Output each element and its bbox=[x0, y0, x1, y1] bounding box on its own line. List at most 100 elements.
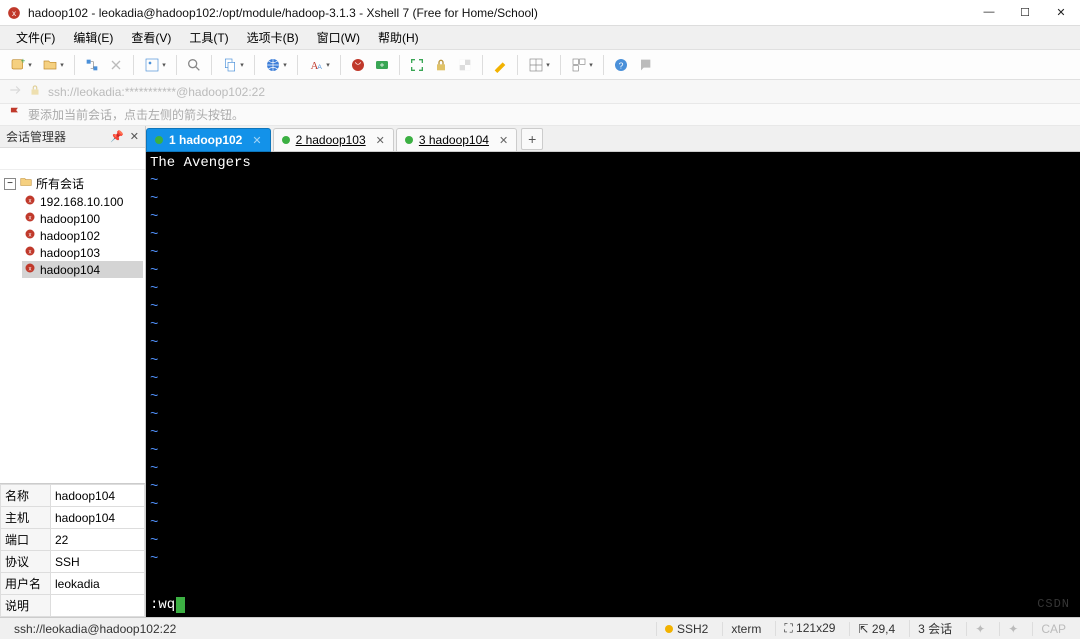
address-text[interactable]: ssh://leokadia:***********@hadoop102:22 bbox=[48, 85, 1072, 99]
highlight-icon[interactable] bbox=[489, 54, 511, 76]
info-bar: 要添加当前会话，点击左侧的箭头按钮。 bbox=[0, 104, 1080, 126]
svg-text:A: A bbox=[318, 64, 323, 71]
flag-icon bbox=[8, 106, 22, 123]
terminal-tilde-line: ~ bbox=[150, 298, 1076, 316]
svg-text:x: x bbox=[12, 8, 16, 17]
minimize-button[interactable]: — bbox=[976, 6, 1002, 19]
tab-add-button[interactable]: + bbox=[521, 128, 543, 150]
tree-toggle-icon[interactable]: − bbox=[4, 178, 16, 190]
lock-icon[interactable] bbox=[430, 54, 452, 76]
tab[interactable]: 3 hadoop104✕ bbox=[396, 128, 517, 152]
menu-window[interactable]: 窗口(W) bbox=[309, 26, 368, 49]
terminal-command-line[interactable]: :wq bbox=[150, 597, 185, 613]
maximize-button[interactable]: ☐ bbox=[1012, 6, 1038, 19]
menu-tools[interactable]: 工具(T) bbox=[181, 26, 236, 49]
tab-status-dot bbox=[405, 136, 413, 144]
menu-help[interactable]: 帮助(H) bbox=[370, 26, 427, 49]
session-icon: x bbox=[24, 262, 36, 277]
property-row: 用户名leokadia bbox=[1, 573, 145, 595]
session-icon: x bbox=[24, 194, 36, 209]
session-icon: x bbox=[24, 228, 36, 243]
session-item[interactable]: x hadoop100 bbox=[22, 210, 143, 227]
xagent-icon[interactable] bbox=[347, 54, 369, 76]
arrange-icon[interactable]: ▾ bbox=[567, 54, 597, 76]
folder-icon bbox=[19, 175, 33, 192]
properties-icon[interactable]: ▾ bbox=[140, 54, 170, 76]
tab-label: 1 hadoop102 bbox=[169, 133, 242, 147]
menu-bar: 文件(F) 编辑(E) 查看(V) 工具(T) 选项卡(B) 窗口(W) 帮助(… bbox=[0, 26, 1080, 50]
info-text: 要添加当前会话，点击左侧的箭头按钮。 bbox=[28, 106, 244, 123]
terminal-tilde-line: ~ bbox=[150, 208, 1076, 226]
layout-icon[interactable]: ▾ bbox=[524, 54, 554, 76]
terminal-tilde-line: ~ bbox=[150, 532, 1076, 550]
terminal-tilde-line: ~ bbox=[150, 370, 1076, 388]
menu-file[interactable]: 文件(F) bbox=[8, 26, 63, 49]
session-search-input[interactable] bbox=[4, 152, 159, 166]
menu-tab[interactable]: 选项卡(B) bbox=[239, 26, 307, 49]
window-controls: — ☐ ✕ bbox=[976, 6, 1074, 19]
status-sessions: 3 会话 bbox=[909, 620, 960, 637]
help-icon[interactable]: ? bbox=[610, 54, 632, 76]
disconnect-icon[interactable] bbox=[105, 54, 127, 76]
tab-close-icon[interactable]: ✕ bbox=[376, 134, 385, 147]
terminal-tilde-line: ~ bbox=[150, 262, 1076, 280]
find-icon[interactable] bbox=[183, 54, 205, 76]
connect-icon[interactable] bbox=[81, 54, 103, 76]
close-button[interactable]: ✕ bbox=[1048, 6, 1074, 19]
feedback-icon[interactable] bbox=[634, 54, 656, 76]
terminal-line: The Avengers bbox=[150, 154, 1076, 172]
terminal-tilde-line: ~ bbox=[150, 172, 1076, 190]
panel-close-icon[interactable]: ✕ bbox=[130, 130, 139, 143]
tab[interactable]: 1 hadoop102 ✕ bbox=[146, 128, 271, 152]
terminal-tilde-line: ~ bbox=[150, 388, 1076, 406]
pin-icon[interactable]: 📌 bbox=[110, 130, 124, 143]
property-value: SSH bbox=[51, 551, 145, 573]
status-ssh: SSH2 bbox=[656, 622, 716, 636]
session-tree: − 所有会话 x192.168.10.100xhadoop100xhadoop1… bbox=[0, 170, 145, 483]
tab-close-icon[interactable]: ✕ bbox=[252, 134, 261, 147]
globe-icon[interactable]: ▾ bbox=[261, 54, 291, 76]
tab-status-dot bbox=[155, 136, 163, 144]
terminal[interactable]: The Avengers ~~~~~~~~~~~~~~~~~~~~~~CSDN … bbox=[146, 152, 1080, 617]
fullscreen-icon[interactable] bbox=[406, 54, 428, 76]
tree-children: x192.168.10.100xhadoop100xhadoop102xhado… bbox=[2, 193, 143, 278]
session-item[interactable]: x 192.168.10.100 bbox=[22, 193, 143, 210]
window-title: hadoop102 - leokadia@hadoop102:/opt/modu… bbox=[28, 6, 976, 20]
status-indicator-1: ✦ bbox=[966, 622, 993, 636]
watermark: CSDN bbox=[1037, 597, 1070, 611]
tree-root[interactable]: − 所有会话 bbox=[2, 174, 143, 193]
property-value bbox=[51, 595, 145, 617]
terminal-tilde-line: ~ bbox=[150, 406, 1076, 424]
session-item[interactable]: xhadoop104 bbox=[22, 261, 143, 278]
copy-icon[interactable]: ▾ bbox=[218, 54, 248, 76]
property-key: 用户名 bbox=[1, 573, 51, 595]
terminal-tilde-line: ~ bbox=[150, 550, 1076, 568]
terminal-tilde-line: ~ bbox=[150, 442, 1076, 460]
status-term: xterm bbox=[722, 622, 769, 636]
menu-view[interactable]: 查看(V) bbox=[123, 26, 179, 49]
font-icon[interactable]: AA▾ bbox=[304, 54, 334, 76]
tab-close-icon[interactable]: ✕ bbox=[499, 134, 508, 147]
session-item[interactable]: xhadoop103 bbox=[22, 244, 143, 261]
session-item[interactable]: xhadoop102 bbox=[22, 227, 143, 244]
xftp-icon[interactable] bbox=[371, 54, 393, 76]
session-label: 192.168.10.100 bbox=[40, 195, 123, 209]
transparent-icon[interactable] bbox=[454, 54, 476, 76]
property-key: 协议 bbox=[1, 551, 51, 573]
tab[interactable]: 2 hadoop103✕ bbox=[273, 128, 394, 152]
tab-status-dot bbox=[282, 136, 290, 144]
app-icon: x bbox=[6, 5, 22, 21]
status-bar: ssh://leokadia@hadoop102:22 SSH2 xterm ⛶… bbox=[0, 617, 1080, 639]
svg-text:+: + bbox=[21, 57, 26, 66]
address-lock-icon bbox=[28, 83, 42, 100]
session-icon: x bbox=[24, 211, 36, 226]
address-arrow-icon[interactable] bbox=[8, 83, 22, 100]
new-session-icon[interactable]: +▾ bbox=[6, 54, 36, 76]
session-label: hadoop100 bbox=[40, 212, 100, 226]
session-label: hadoop103 bbox=[40, 246, 100, 260]
right-pane: 1 hadoop102✕2 hadoop103✕3 hadoop104✕+ Th… bbox=[146, 126, 1080, 617]
terminal-tilde-line: ~ bbox=[150, 478, 1076, 496]
property-row: 协议SSH bbox=[1, 551, 145, 573]
open-session-icon[interactable]: ▾ bbox=[38, 54, 68, 76]
menu-edit[interactable]: 编辑(E) bbox=[65, 26, 121, 49]
